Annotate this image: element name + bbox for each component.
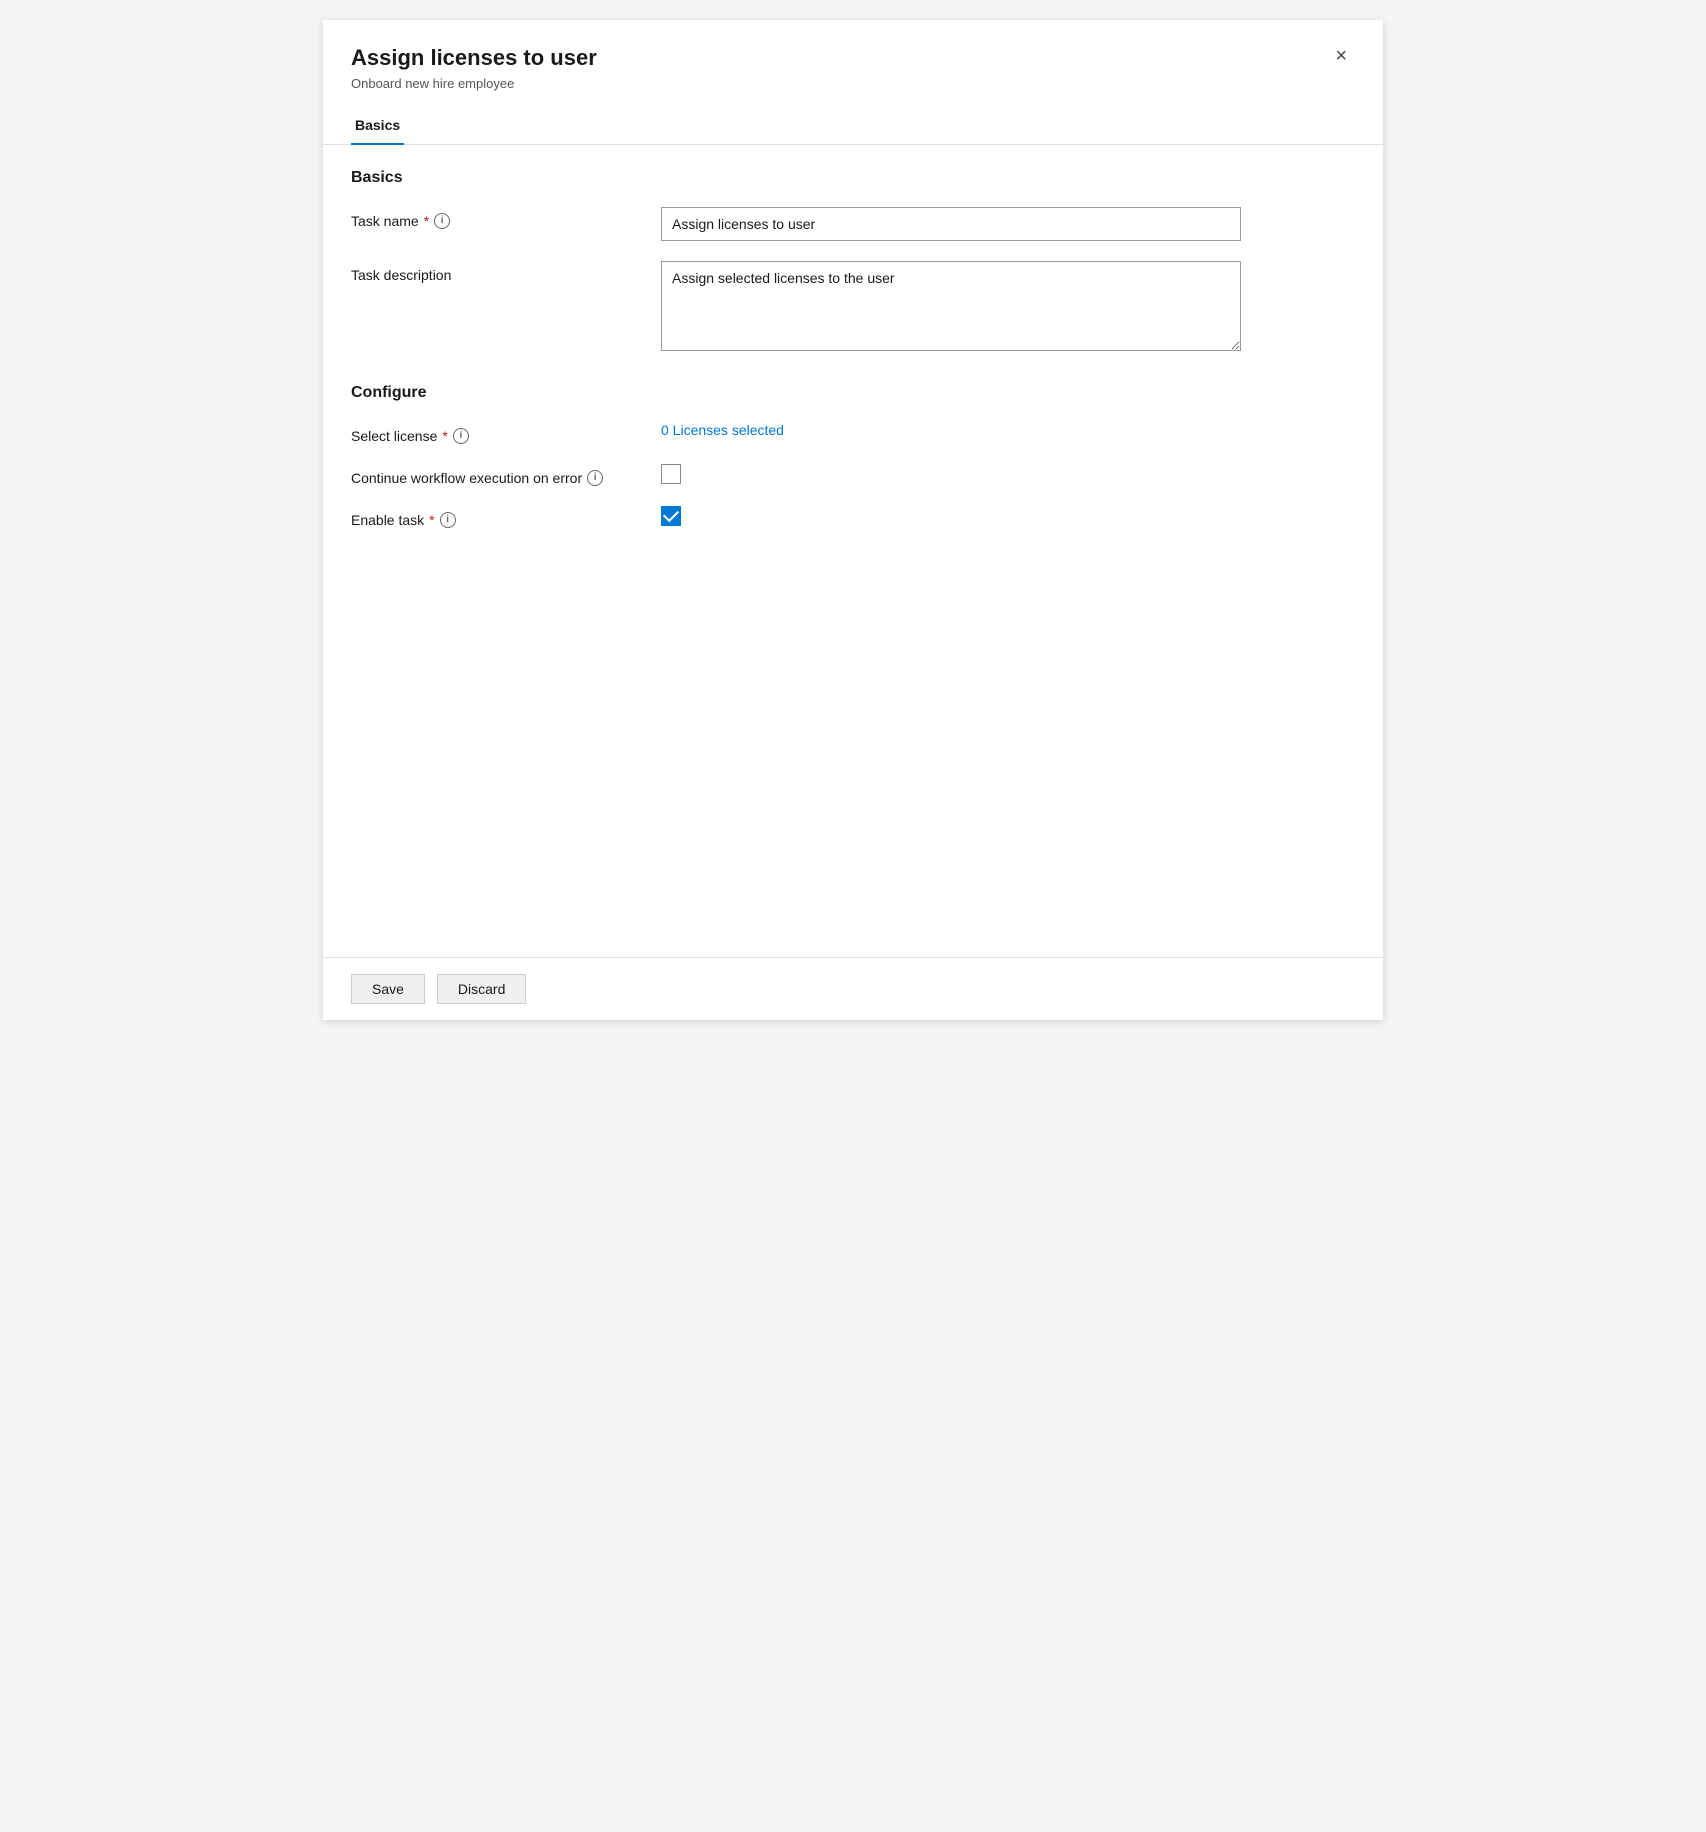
dialog-title-area: Assign licenses to user Onboard new hire… — [351, 44, 597, 91]
task-name-info-icon[interactable]: i — [434, 213, 450, 229]
licenses-selected-button[interactable]: 0 Licenses selected — [661, 422, 784, 438]
basics-heading: Basics — [351, 169, 1355, 187]
select-license-row: Select license * i 0 Licenses selected — [351, 422, 1355, 444]
task-name-label: Task name — [351, 213, 419, 229]
task-description-row: Task description Assign selected license… — [351, 261, 1355, 356]
discard-button[interactable]: Discard — [437, 974, 526, 1004]
task-description-input[interactable]: Assign selected licenses to the user — [661, 261, 1241, 351]
enable-task-info-icon[interactable]: i — [440, 512, 456, 528]
enable-task-required: * — [429, 512, 434, 528]
task-name-required: * — [424, 213, 429, 229]
enable-task-checkbox[interactable] — [661, 506, 681, 526]
basics-section: Basics Task name * i Task description A — [351, 169, 1355, 356]
assign-licenses-dialog: Assign licenses to user Onboard new hire… — [323, 20, 1383, 1020]
enable-task-label-area: Enable task * i — [351, 506, 661, 528]
tabs-bar: Basics — [323, 107, 1383, 145]
task-name-input[interactable] — [661, 207, 1241, 241]
select-license-required: * — [442, 428, 447, 444]
select-license-control: 0 Licenses selected — [661, 422, 1355, 440]
task-name-control — [661, 207, 1355, 241]
task-name-row: Task name * i — [351, 207, 1355, 241]
enable-task-label: Enable task — [351, 512, 424, 528]
continue-workflow-info-icon[interactable]: i — [587, 470, 603, 486]
discard-label: Discard — [458, 981, 505, 997]
dialog-header: Assign licenses to user Onboard new hire… — [323, 20, 1383, 91]
task-name-label-area: Task name * i — [351, 207, 661, 229]
task-description-label-area: Task description — [351, 261, 661, 283]
close-button[interactable]: × — [1327, 42, 1355, 70]
task-description-label: Task description — [351, 267, 451, 283]
dialog-body: Basics Task name * i Task description A — [323, 145, 1383, 957]
task-description-control: Assign selected licenses to the user — [661, 261, 1355, 356]
save-label: Save — [372, 981, 404, 997]
continue-workflow-label: Continue workflow execution on error — [351, 470, 582, 486]
save-button[interactable]: Save — [351, 974, 425, 1004]
continue-workflow-control — [661, 464, 1355, 484]
enable-task-row: Enable task * i — [351, 506, 1355, 528]
configure-section: Configure Select license * i 0 Licenses … — [351, 384, 1355, 528]
dialog-footer: Save Discard — [323, 957, 1383, 1020]
select-license-info-icon[interactable]: i — [453, 428, 469, 444]
continue-workflow-label-area: Continue workflow execution on error i — [351, 464, 661, 486]
enable-task-checkbox-wrapper — [661, 506, 1355, 526]
select-license-label: Select license — [351, 428, 437, 444]
licenses-selected-count: 0 Licenses selected — [661, 422, 784, 438]
select-license-label-area: Select license * i — [351, 422, 661, 444]
continue-workflow-row: Continue workflow execution on error i — [351, 464, 1355, 486]
configure-heading: Configure — [351, 384, 1355, 402]
tab-basics-label: Basics — [355, 117, 400, 133]
continue-workflow-checkbox[interactable] — [661, 464, 681, 484]
close-icon: × — [1335, 45, 1347, 67]
enable-task-control — [661, 506, 1355, 526]
dialog-title: Assign licenses to user — [351, 44, 597, 73]
tab-basics[interactable]: Basics — [351, 107, 404, 145]
dialog-subtitle: Onboard new hire employee — [351, 76, 597, 91]
continue-workflow-checkbox-wrapper — [661, 464, 1355, 484]
